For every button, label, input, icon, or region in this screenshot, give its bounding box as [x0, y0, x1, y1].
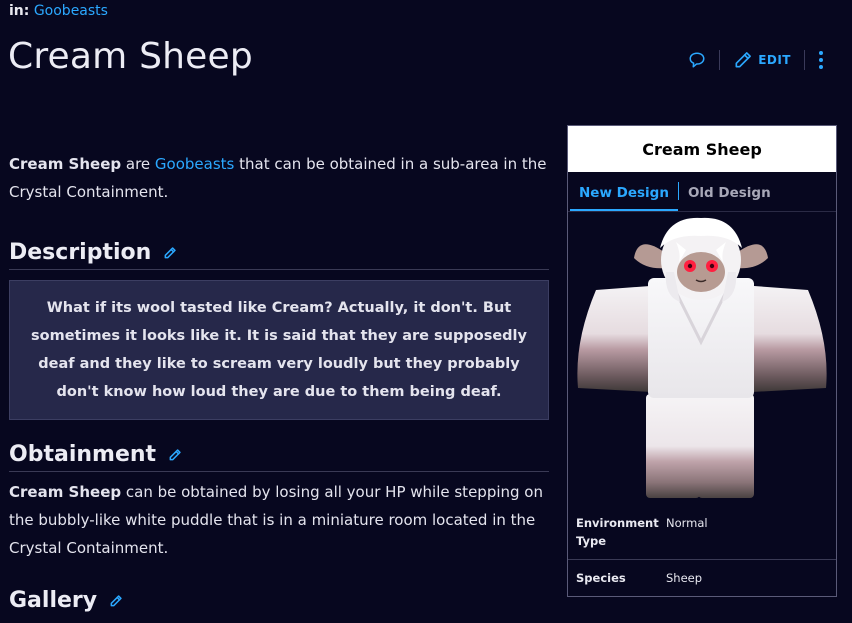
intro-bold-name: Cream Sheep [9, 155, 122, 173]
more-options-button[interactable] [818, 50, 824, 70]
edit-button[interactable]: EDIT [733, 50, 791, 70]
infobox-divider [568, 559, 836, 560]
infobox: Cream Sheep New Design Old Design Enviro… [567, 125, 837, 597]
speech-bubble-icon [689, 52, 705, 68]
page-title: Cream Sheep [8, 36, 253, 77]
cream-sheep-render [577, 217, 827, 498]
tab-new-design[interactable]: New Design [570, 185, 678, 211]
intro-paragraph: Cream Sheep are Goobeasts that can be ob… [9, 150, 549, 206]
pencil-icon [110, 594, 122, 606]
description-heading: Description [9, 240, 152, 265]
character-image [568, 212, 838, 502]
intro-text: are [121, 155, 155, 173]
tab-old-design[interactable]: Old Design [679, 185, 780, 211]
pencil-icon [169, 448, 181, 460]
edit-description-button[interactable] [163, 246, 177, 260]
intro-link-goobeasts[interactable]: Goobeasts [155, 155, 234, 173]
obtainment-bold-name: Cream Sheep [9, 483, 122, 501]
infobox-value: Sheep [666, 571, 703, 585]
pencil-icon [164, 246, 177, 258]
pencil-icon [735, 52, 752, 68]
edit-label: EDIT [758, 53, 791, 67]
obtainment-paragraph: Cream Sheep can be obtained by losing al… [9, 478, 549, 562]
breadcrumb: in: Goobeasts [9, 3, 108, 19]
infobox-title: Cream Sheep [568, 126, 836, 172]
description-section-header: Description [9, 240, 549, 270]
infobox-row-species: Species Sheep [576, 569, 828, 587]
page-actions: EDIT [688, 50, 824, 70]
gallery-section-header: Gallery [9, 588, 549, 617]
infobox-value: Normal [666, 516, 708, 530]
infobox-key: Environment Type [576, 516, 659, 548]
obtainment-section-header: Obtainment [9, 442, 549, 472]
infobox-tabs: New Design Old Design [568, 172, 836, 212]
description-quote: What if its wool tasted like Cream? Actu… [9, 280, 549, 420]
actions-divider [804, 50, 805, 70]
breadcrumb-prefix: in: [9, 3, 30, 19]
actions-divider [719, 50, 721, 70]
gallery-heading: Gallery [9, 588, 98, 613]
breadcrumb-link-goobeasts[interactable]: Goobeasts [34, 3, 108, 19]
infobox-row-environment: Environment Type Normal [576, 514, 828, 550]
infobox-key: Species [576, 571, 626, 585]
more-vertical-icon [819, 51, 823, 69]
article-content: Cream Sheep are Goobeasts that can be ob… [9, 150, 549, 617]
edit-obtainment-button[interactable] [168, 448, 182, 462]
obtainment-heading: Obtainment [9, 442, 157, 467]
edit-gallery-button[interactable] [109, 594, 123, 608]
talk-button[interactable] [688, 51, 706, 69]
